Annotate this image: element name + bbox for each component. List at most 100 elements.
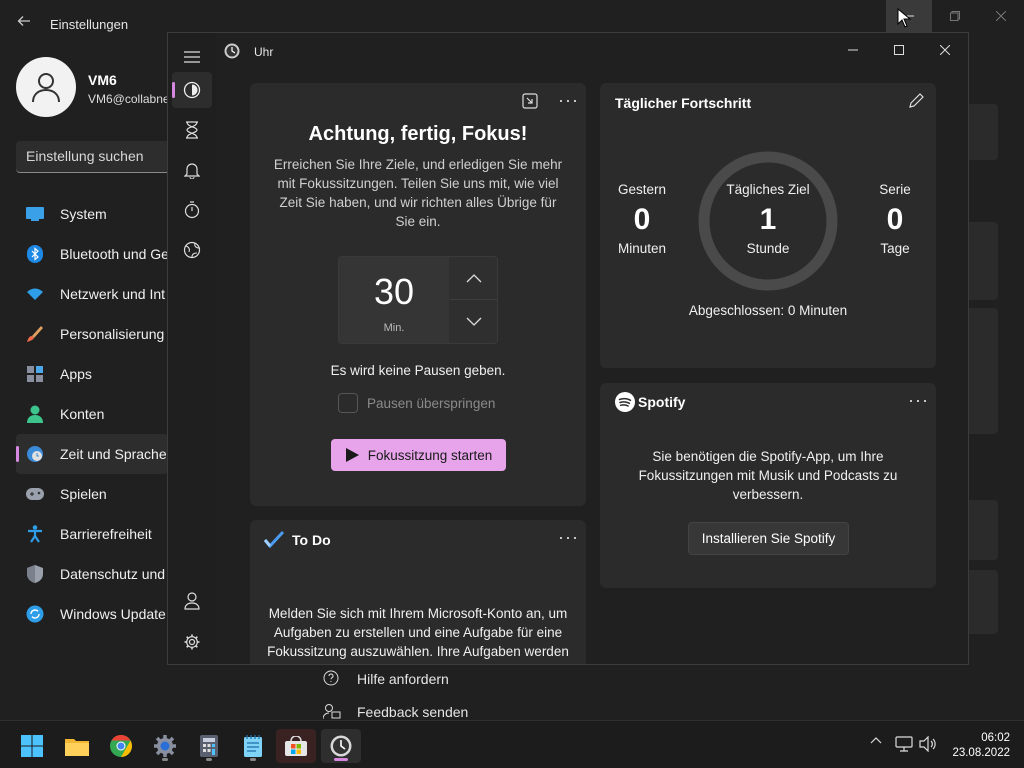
settings-panel-edge[interactable]: [968, 222, 998, 300]
taskbar-notepad[interactable]: [233, 729, 273, 763]
time-language-icon: [26, 445, 44, 463]
decrease-duration-button[interactable]: [450, 300, 497, 343]
running-indicator: [206, 758, 212, 761]
store-bag-icon: [285, 736, 307, 756]
focus-session-card: ··· Achtung, fertig, Fokus! Erreichen Si…: [250, 83, 586, 506]
nav-item-gaming[interactable]: Spielen: [16, 474, 168, 514]
duration-minutes: 30: [373, 271, 415, 312]
duration-unit: Min.: [383, 322, 405, 334]
nav-item-privacy[interactable]: Datenschutz und: [16, 554, 168, 594]
settings-nav: System Bluetooth und Ge Netzwerk und Int…: [16, 194, 168, 634]
nav-item-bluetooth[interactable]: Bluetooth und Ge: [16, 234, 168, 274]
active-indicator: [334, 758, 348, 761]
play-icon: [345, 448, 359, 462]
streak-stat: Serie 0 Tage: [879, 182, 911, 256]
todo-card: To Do ··· Melden Sie sich mit Ihrem Micr…: [250, 520, 586, 664]
windows-logo-icon: [21, 735, 43, 757]
accessibility-icon: [26, 525, 44, 543]
settings-search-input[interactable]: Einstellung suchen: [16, 141, 186, 173]
feedback-icon: [323, 704, 341, 720]
avatar[interactable]: [16, 57, 76, 117]
network-icon: [26, 285, 44, 303]
help-link[interactable]: Hilfe anfordern: [323, 670, 449, 688]
nav-item-apps[interactable]: Apps: [16, 354, 168, 394]
user-name: VM6: [88, 72, 117, 88]
globe-icon: [183, 241, 201, 259]
yesterday-stat: Gestern 0 Minuten: [617, 182, 667, 256]
nav-item-system[interactable]: System: [16, 194, 168, 234]
back-arrow-icon[interactable]: [14, 14, 34, 34]
start-focus-session-button[interactable]: Fokussitzung starten: [331, 439, 506, 471]
rail-timer[interactable]: [172, 112, 212, 148]
spotify-card: Spotify ··· Sie benötigen die Spotify-Ap…: [600, 383, 936, 588]
calculator-icon: [200, 735, 218, 757]
rail-alarm[interactable]: [172, 152, 212, 188]
clock-titlebar: Uhr: [168, 33, 968, 69]
taskbar-calculator[interactable]: [189, 729, 229, 763]
taskbar-clock[interactable]: [321, 729, 361, 763]
nav-item-accounts[interactable]: Konten: [16, 394, 168, 434]
rail-focus-sessions[interactable]: [172, 72, 212, 108]
settings-close-button[interactable]: [978, 0, 1024, 32]
clock-app-icon: [224, 43, 240, 59]
install-spotify-button[interactable]: Installieren Sie Spotify: [688, 522, 849, 555]
chrome-icon: [110, 735, 132, 757]
duration-display[interactable]: 30 Min.: [339, 257, 449, 343]
settings-panel-edge[interactable]: [968, 500, 998, 560]
nav-item-time-language[interactable]: Zeit und Sprache: [16, 434, 168, 474]
taskbar-file-explorer[interactable]: [57, 729, 97, 763]
gamepad-icon: [26, 485, 44, 503]
shield-icon: [26, 565, 44, 583]
system-icon: [26, 205, 44, 223]
mouse-cursor-icon: [897, 8, 911, 28]
pencil-icon[interactable]: [908, 93, 924, 114]
checkbox-box[interactable]: [338, 393, 358, 413]
nav-item-personalization[interactable]: Personalisierung: [16, 314, 168, 354]
clock-maximize-button[interactable]: [876, 33, 922, 67]
chevron-up-icon: [466, 274, 481, 283]
show-hidden-icons-chevron-icon[interactable]: [868, 736, 884, 744]
focus-description: Erreichen Sie Ihre Ziele, und erledigen …: [273, 157, 563, 229]
completed-minutes: Abgeschlossen: 0 Minuten: [688, 303, 848, 318]
focus-more-options-icon[interactable]: ···: [558, 91, 579, 109]
rail-world-clock[interactable]: [172, 232, 212, 268]
nav-item-windows-update[interactable]: Windows Update: [16, 594, 168, 634]
feedback-link[interactable]: Feedback senden: [323, 703, 468, 721]
taskbar-store[interactable]: [276, 729, 316, 763]
taskbar-chrome[interactable]: [101, 729, 141, 763]
volume-tray-icon[interactable]: [918, 736, 938, 752]
break-info: Es wird keine Pausen geben.: [330, 363, 506, 378]
system-clock[interactable]: 06:02 23.08.2022: [940, 731, 1010, 761]
start-button[interactable]: [12, 729, 52, 763]
skip-breaks-label: Pausen überspringen: [367, 395, 496, 411]
todo-check-icon: [263, 530, 285, 553]
focus-icon: [183, 81, 201, 99]
spotify-more-options-icon[interactable]: ···: [908, 391, 929, 409]
rail-stopwatch[interactable]: [172, 192, 212, 228]
settings-panel-edge[interactable]: [968, 104, 998, 160]
skip-breaks-checkbox[interactable]: Pausen überspringen: [338, 393, 495, 413]
settings-panel-edge[interactable]: [968, 308, 998, 434]
taskbar-settings[interactable]: [145, 729, 185, 763]
increase-duration-button[interactable]: [450, 257, 497, 300]
network-tray-icon[interactable]: [894, 736, 914, 752]
compact-overlay-icon[interactable]: [522, 93, 538, 114]
spotify-info-text: Sie benötigen die Spotify-App, um Ihre F…: [638, 449, 898, 502]
focus-duration-stepper[interactable]: 30 Min.: [338, 256, 498, 344]
settings-gear-icon: [154, 735, 176, 757]
settings-panel-edge[interactable]: [968, 570, 998, 634]
nav-item-network[interactable]: Netzwerk und Int: [16, 274, 168, 314]
running-indicator: [162, 758, 168, 761]
rail-settings[interactable]: [172, 624, 212, 660]
person-icon: [184, 592, 200, 610]
hourglass-icon: [186, 121, 198, 139]
todo-more-options-icon[interactable]: ···: [558, 528, 579, 546]
clock-close-button[interactable]: [922, 33, 968, 67]
clock-minimize-button[interactable]: [830, 33, 876, 67]
spotify-logo: Spotify: [615, 392, 685, 412]
taskbar: 06:02 23.08.2022: [0, 720, 1024, 768]
rail-account[interactable]: [172, 583, 212, 619]
nav-item-accessibility[interactable]: Barrierefreiheit: [16, 514, 168, 554]
user-email: VM6@collabne: [88, 92, 170, 106]
settings-maximize-button[interactable]: [932, 0, 978, 32]
